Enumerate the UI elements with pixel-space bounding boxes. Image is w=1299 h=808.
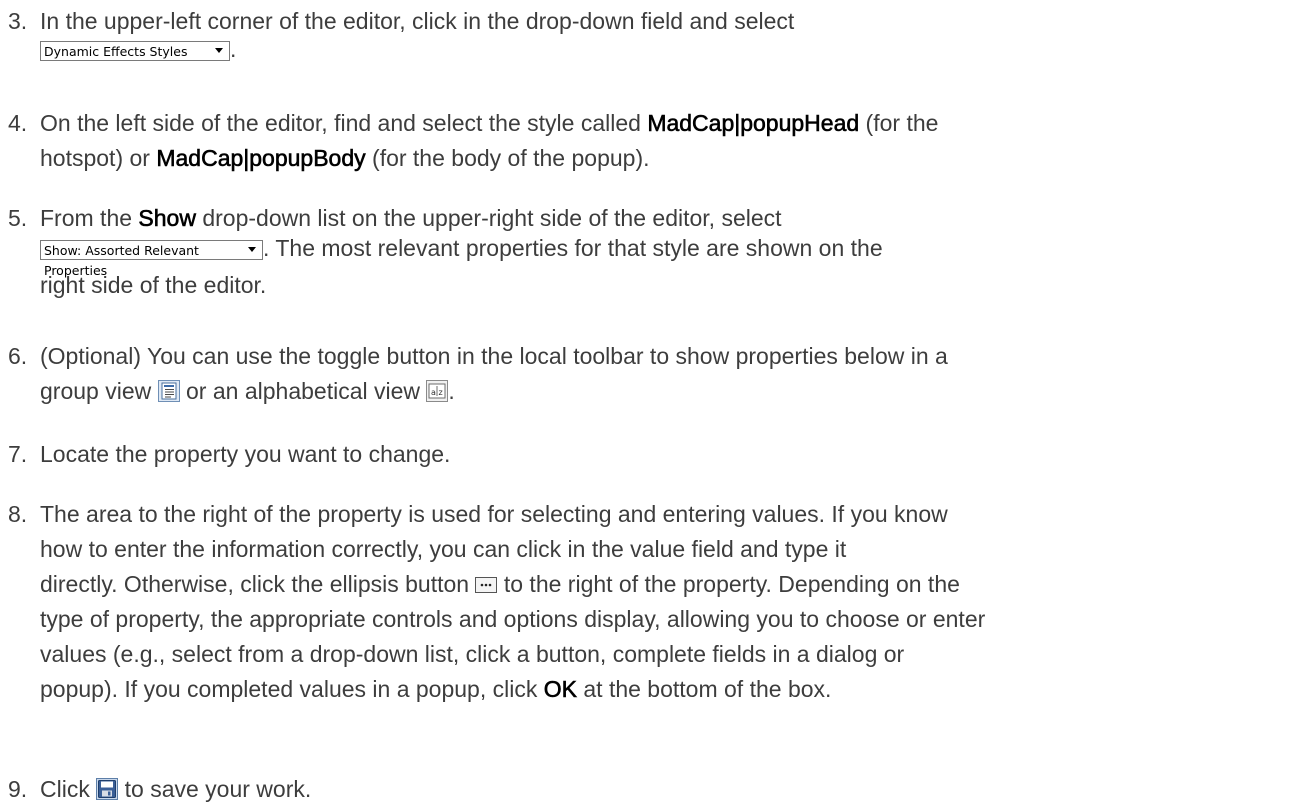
alphabetical-view-icon[interactable]: a z: [426, 380, 449, 402]
step-3-period: .: [230, 36, 237, 62]
step-7-text: Locate the property you want to change.: [40, 441, 451, 467]
step-5-text-c: . The most relevant properties for that …: [263, 235, 883, 261]
step-6-text-b: group view: [40, 378, 158, 404]
style-name-popuphead: MadCap|popupHead: [647, 110, 860, 137]
chevron-down-icon: [212, 42, 226, 60]
step-8-line-5: values (e.g., select from a drop-down li…: [40, 641, 905, 667]
step-8-line-3a: directly. Otherwise, click the ellipsis …: [40, 571, 476, 597]
step-number: 5.: [8, 205, 28, 231]
step-4-text-b: (for the: [859, 110, 939, 136]
ok-label: OK: [543, 676, 577, 703]
step-4-text-a: On the left side of the editor, find and…: [40, 110, 648, 136]
style-name-popupbody: MadCap|popupBody: [156, 145, 366, 172]
step-8-line-6a: popup). If you completed values in a pop…: [40, 676, 544, 702]
step-text: On the left side of the editor, find and…: [40, 106, 1280, 176]
step-8-line-2: how to enter the information correctly, …: [40, 536, 847, 562]
step-number: 3.: [8, 8, 28, 34]
svg-text:a: a: [431, 388, 436, 397]
show-properties-dropdown[interactable]: Show: Assorted Relevant Properties: [40, 239, 263, 278]
step-text: In the upper-left corner of the editor, …: [40, 4, 1280, 62]
step-4-text-c: hotspot) or: [40, 145, 157, 171]
step-number: 7.: [8, 441, 28, 467]
step-number: 6.: [8, 343, 28, 369]
step-6-period: .: [448, 378, 455, 404]
step-text: Locate the property you want to change.: [40, 437, 1280, 472]
step-6-text-c: or an alphabetical view: [179, 378, 427, 404]
step-number: 8.: [8, 501, 28, 527]
step-number: 4.: [8, 110, 28, 136]
save-icon[interactable]: [96, 778, 119, 800]
step-text: From the Show drop-down list on the uppe…: [40, 201, 1280, 303]
svg-text:z: z: [439, 388, 443, 397]
dropdown-value: Dynamic Effects Styles: [44, 43, 188, 59]
step-5-text-b: drop-down list on the upper-right side o…: [195, 205, 782, 231]
step-text: The area to the right of the property is…: [40, 497, 1280, 707]
step-8-line-6b: at the bottom of the box.: [576, 676, 832, 702]
step-text: Click to save your work.: [40, 772, 1280, 807]
step-8-line-3b: to the right of the property. Depending …: [497, 571, 960, 597]
group-view-icon[interactable]: [157, 380, 180, 402]
dynamic-effects-styles-dropdown[interactable]: Dynamic Effects Styles: [40, 40, 230, 61]
step-8-line-4: type of property, the appropriate contro…: [40, 606, 986, 632]
step-text: (Optional) You can use the toggle button…: [40, 339, 1280, 409]
step-6-text-a: (Optional) You can use the toggle button…: [40, 343, 948, 369]
show-label: Show: [138, 205, 196, 232]
step-3-text: In the upper-left corner of the editor, …: [40, 8, 795, 34]
step-4-text-d: (for the body of the popup).: [365, 145, 650, 171]
ellipsis-button-icon[interactable]: [475, 577, 498, 593]
step-number: 9.: [8, 776, 28, 802]
chevron-down-icon: [245, 241, 259, 259]
step-9-text-b: to save your work.: [118, 776, 312, 802]
step-8-line-1: The area to the right of the property is…: [40, 501, 948, 527]
step-5-text-a: From the: [40, 205, 139, 231]
step-9-text-a: Click: [40, 776, 97, 802]
